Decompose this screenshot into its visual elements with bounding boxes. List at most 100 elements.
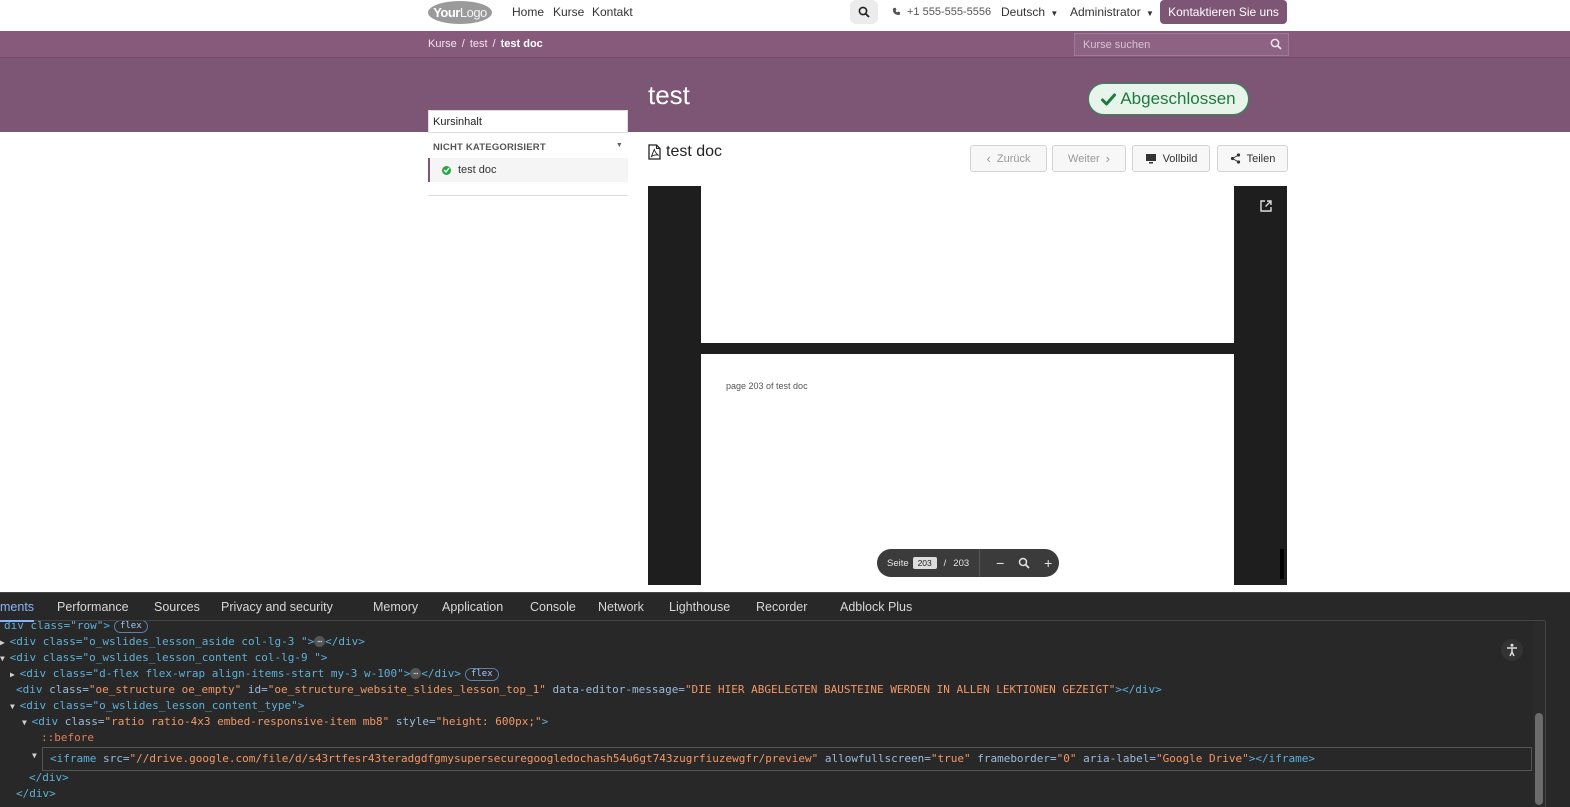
logo-text-bold: Your [433,5,460,20]
dom-node[interactable]: ::before [41,730,94,746]
dom-node[interactable]: ▼ <div class="o_wslides_lesson_content_t… [10,698,304,714]
nav-link-kontakt[interactable]: Kontakt [592,5,633,19]
tab-lighthouse[interactable]: Lighthouse [669,600,730,614]
tab-network[interactable]: Network [598,600,644,614]
expand-arrow-icon[interactable]: ▶ [0,638,10,647]
code-text: ></div> [1115,683,1162,696]
dom-node[interactable]: </div> [16,786,56,802]
contact-button[interactable]: Kontaktieren Sie uns [1160,0,1287,24]
collapse-arrow-icon[interactable]: ▼ [22,718,32,727]
elements-tree: div class="row"> flex ▶ <div class="o_wsl… [0,621,1533,807]
page-label: Seite [887,557,909,569]
sidebar-lesson-item[interactable]: test doc [428,158,628,182]
flex-badge[interactable]: flex [464,668,499,681]
collapse-arrow-icon[interactable]: ▼ [10,702,20,711]
page-navigator: Seite 203 / 203 − + [877,549,1059,577]
breadcrumb-test[interactable]: test [470,38,488,50]
next-button[interactable]: Weiter › [1052,145,1126,172]
dom-node[interactable]: ▶ <div class="d-flex flex-wrap align-ite… [10,666,499,682]
caret-down-icon: ▼ [1050,9,1059,18]
sidebar-category[interactable]: NICHT KATEGORISIERT ▼ [428,133,628,154]
tab-recorder[interactable]: Recorder [756,600,807,614]
page-text: page 203 of test doc [726,381,808,391]
completed-check-icon [442,165,451,175]
caret-down-icon: ▼ [1146,9,1154,18]
lesson-title: test doc [648,143,722,161]
ellipsis-badge[interactable]: ⋯ [410,668,422,679]
collapse-arrow-icon[interactable]: ▼ [32,751,37,760]
code-text: "oe_structure oe_empty" [88,683,242,696]
code-text: </div> [16,787,56,800]
previous-button[interactable]: ‹ Zurück [970,145,1047,172]
document-viewer[interactable]: page 203 of test doc Seite 203 / 203 − + [648,186,1287,585]
tab-performance[interactable]: Performance [57,600,129,614]
course-search-input[interactable]: Kurse suchen [1074,33,1289,56]
code-text: <div [16,683,50,696]
caret-down-icon: ▼ [615,142,623,149]
share-button[interactable]: Teilen [1217,145,1288,172]
phone-number[interactable]: +1 555-555-5556 [892,6,991,18]
phone-text: +1 555-555-5556 [907,6,992,18]
dom-node-expand[interactable]: ▼ [32,747,37,763]
code-text: </div> [421,667,461,680]
dom-node-iframe[interactable]: <iframe src="//drive.google.com/file/d/s… [50,751,1315,767]
code-text: "true" [930,752,971,765]
user-dropdown[interactable]: Administrator ▼ [1070,5,1154,19]
styles-side-panel[interactable] [1545,621,1570,807]
tab-memory[interactable]: Memory [373,600,418,614]
nav-link-home[interactable]: Home [512,5,544,19]
tab-application[interactable]: Application [442,600,503,614]
code-text: "0" [1056,752,1077,765]
expand-arrow-icon[interactable]: ▶ [10,670,20,679]
fullscreen-button[interactable]: Vollbild [1132,145,1210,172]
tab-elements[interactable]: ments [0,600,35,622]
tab-privacy-security[interactable]: Privacy and security [221,600,333,614]
check-icon [1101,93,1117,105]
dom-node[interactable]: <div class="oe_structure oe_empty" id="o… [16,682,1162,698]
devtools-scrollbar[interactable] [1533,621,1545,807]
sidebar-header: Kursinhalt [428,110,628,133]
code-text: src= [102,752,130,765]
tab-sources[interactable]: Sources [154,600,200,614]
ellipsis-badge[interactable]: ⋯ [314,636,326,647]
course-header-band [0,58,1570,132]
site-logo[interactable]: Your Logo [428,1,492,24]
dom-node[interactable]: div class="row"> flex [4,621,148,634]
dom-node[interactable]: ▶ <div class="o_wslides_lesson_aside col… [0,634,365,650]
total-pages: 203 [953,557,970,569]
code-text: "//drive.google.com/file/d/s43rtfesr43te… [129,752,819,765]
tab-console[interactable]: Console [530,600,576,614]
user-label: Administrator [1070,5,1141,19]
search-button[interactable] [850,0,878,24]
dom-node[interactable]: ▼ <div class="ratio ratio-4x3 embed-resp… [22,714,548,730]
nav-link-kurse[interactable]: Kurse [553,5,584,19]
code-text: class= [49,683,89,696]
breadcrumb-kurse[interactable]: Kurse [428,38,457,50]
code-text: ></iframe> [1248,752,1315,765]
dom-node[interactable]: </div> [29,770,69,786]
chevron-left-icon: ‹ [986,151,991,166]
page-number-input[interactable]: 203 [912,557,937,569]
breadcrumb-separator: / [461,38,465,50]
viewer-scrollbar[interactable] [1280,549,1284,579]
code-text: "height: 600px;" [435,715,542,728]
zoom-fit-icon[interactable] [1014,557,1034,569]
code-text: data-editor-message= [545,683,685,696]
open-external-icon[interactable] [1259,199,1273,213]
accessibility-icon[interactable] [1501,639,1523,661]
language-dropdown[interactable]: Deutsch ▼ [1001,5,1058,19]
flex-badge[interactable]: flex [113,621,148,633]
zoom-in-icon[interactable]: + [1038,555,1058,571]
dom-node[interactable]: ▼ <div class="o_wslides_lesson_content c… [0,650,328,666]
devtools-scrollbar-thumb[interactable] [1535,713,1543,805]
desktop-icon [1145,154,1156,164]
zoom-out-icon[interactable]: − [990,555,1010,571]
code-text: div class="row"> [4,621,110,632]
divider [979,549,981,577]
code-text: > [541,715,549,728]
search-icon[interactable] [1270,38,1282,50]
tab-adblock-plus[interactable]: Adblock Plus [840,600,912,614]
share-label: Teilen [1246,152,1276,165]
collapse-arrow-icon[interactable]: ▼ [0,654,10,663]
fullscreen-label: Vollbild [1162,152,1198,165]
